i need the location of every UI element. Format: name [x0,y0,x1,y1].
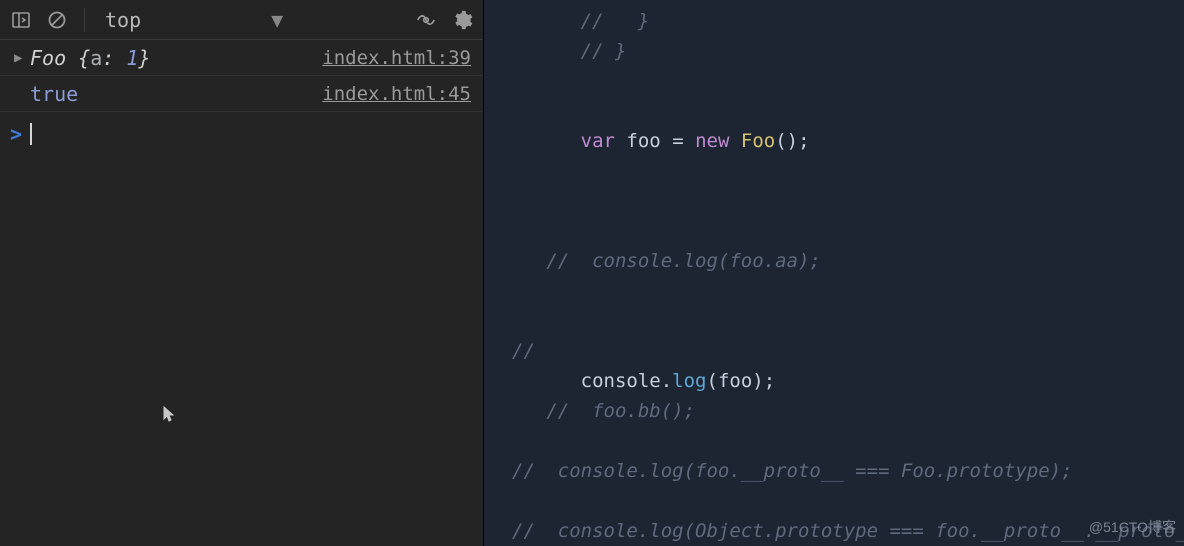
console-log-source-link[interactable]: index.html:45 [322,76,471,112]
code-line[interactable] [512,186,1184,216]
code-editor-panel[interactable]: // } // } var foo = new Foo(); // consol… [484,0,1184,546]
code-line[interactable]: console.log(foo); [512,366,1184,396]
console-log-row[interactable]: ▶ Foo {a: 1} index.html:39 [0,40,483,76]
chevron-down-icon: ▼ [271,8,283,32]
console-log-object: Foo {a: 1} [30,40,322,76]
expand-caret-icon[interactable]: ▶ [14,40,22,76]
console-log-value: true [30,76,322,112]
code-line[interactable]: // foo.bb(); [512,396,1184,426]
code-line[interactable]: var foo = new Foo(); [512,126,1184,156]
console-log-row[interactable]: true index.html:45 [0,76,483,112]
scope-label: top [99,8,141,32]
console-prompt[interactable]: > [0,112,483,152]
mouse-pointer-icon [163,400,175,436]
console-toolbar: top ▼ [0,0,483,40]
settings-gear-icon[interactable] [449,7,475,33]
code-line[interactable] [512,66,1184,96]
code-line[interactable] [512,426,1184,456]
code-line[interactable]: // console.log(foo.__proto__ === Foo.pro… [512,456,1184,486]
console-output: ▶ Foo {a: 1} index.html:39 true index.ht… [0,40,483,546]
code-line[interactable] [512,306,1184,336]
live-expression-icon[interactable] [413,7,439,33]
code-line[interactable] [512,156,1184,186]
code-line[interactable] [512,276,1184,306]
code-line[interactable]: // } [512,36,1184,66]
devtools-console-panel: top ▼ ▶ Foo {a: 1} index.html:39 true in… [0,0,484,546]
execution-context-selector[interactable]: top ▼ [99,8,283,32]
code-line[interactable]: // [512,336,1184,366]
code-line[interactable] [512,96,1184,126]
text-cursor [30,123,32,145]
code-line[interactable] [512,216,1184,246]
prompt-chevron-icon: > [10,116,22,152]
toggle-sidebar-icon[interactable] [8,7,34,33]
clear-console-icon[interactable] [44,7,70,33]
console-log-source-link[interactable]: index.html:39 [322,40,471,76]
code-line[interactable]: // console.log(foo.aa); [512,246,1184,276]
code-line[interactable]: // console.log(Object.prototype === foo.… [512,516,1184,546]
toolbar-divider [84,8,85,32]
watermark-label: @51CTO博客 [1089,512,1176,542]
code-line[interactable] [512,486,1184,516]
code-line[interactable]: // } [512,6,1184,36]
